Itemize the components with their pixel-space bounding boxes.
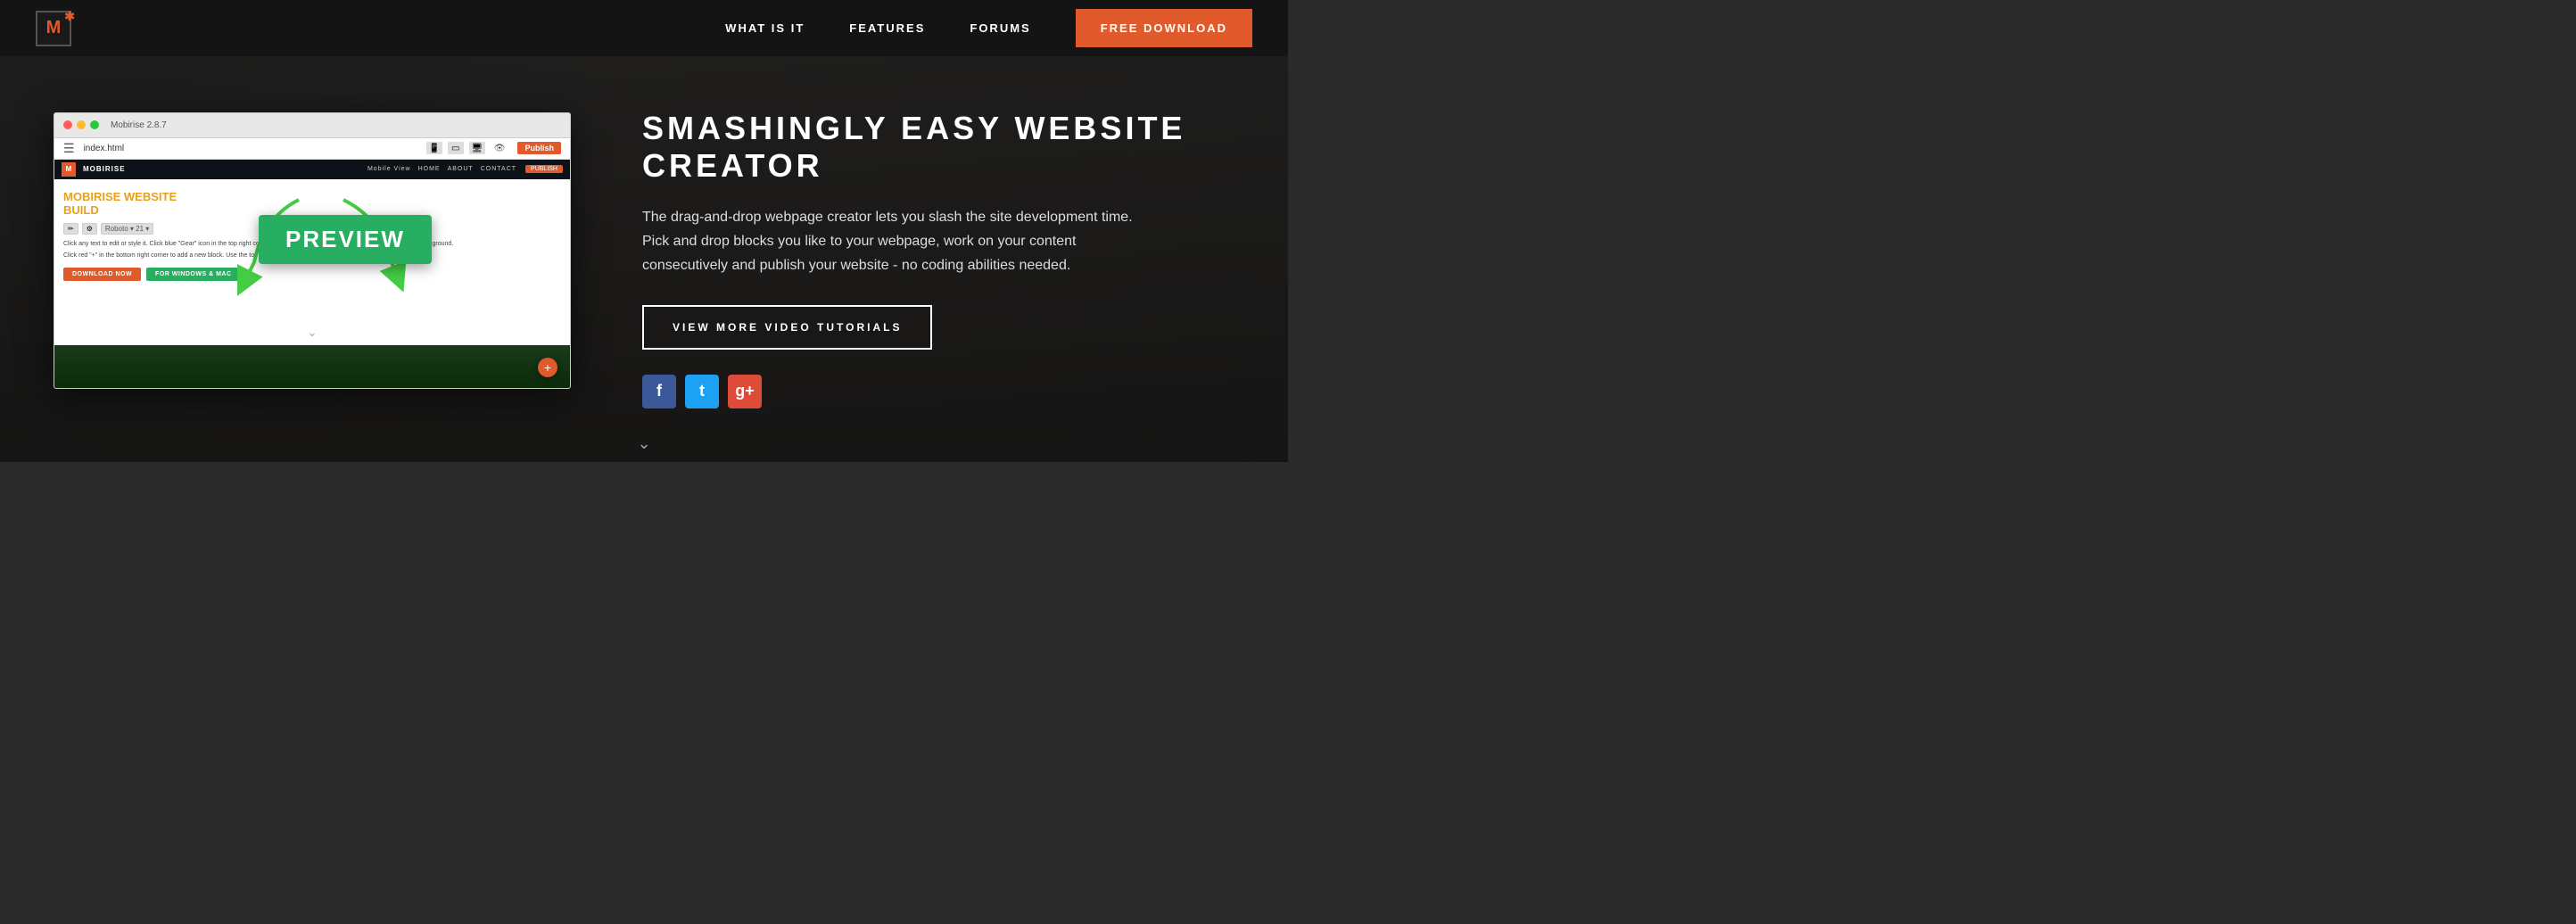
inner-site-preview: M MOBIRISE Mobile View HOME ABOUT CONTAC…	[54, 160, 570, 389]
inner-nav: M MOBIRISE Mobile View HOME ABOUT CONTAC…	[54, 160, 570, 179]
social-icons: f t g+	[642, 375, 1234, 408]
inner-nav-links: Mobile View HOME ABOUT CONTACT	[367, 166, 516, 172]
inner-heading-line1: MOBIRISE WEBSITE	[63, 190, 561, 204]
gear-icon: ✱	[64, 9, 75, 24]
inner-buttons-row: DOWNLOAD NOW FOR WINDOWS & MAC	[63, 268, 561, 281]
app-screenshot: Mobirise 2.8.7 ☰ index.html 📱 ▭ 🖥 👁 Publ…	[54, 112, 571, 407]
inner-toolbar-btn1: ✏	[63, 223, 78, 235]
inner-nav-label: Mobile View	[367, 166, 411, 172]
inner-bottom-strip	[54, 345, 570, 389]
inner-publish-btn: PUBLISH	[525, 165, 563, 173]
close-dot	[63, 120, 72, 129]
app-chevron-icon: ⌄	[307, 325, 318, 340]
window-controls	[63, 120, 99, 129]
main-heading-line2: CREATOR	[642, 147, 1234, 184]
inner-nav-about: ABOUT	[448, 166, 474, 172]
title-bar: Mobirise 2.8.7	[54, 113, 570, 138]
inner-brand: MOBIRISE	[83, 165, 126, 173]
preview-button[interactable]: PREVIEW	[259, 215, 432, 264]
logo[interactable]: M ✱	[36, 11, 71, 46]
hamburger-icon: ☰	[63, 141, 75, 156]
video-tutorials-button[interactable]: VIEW MORE VIDEO TUTORIALS	[642, 305, 932, 350]
twitter-icon[interactable]: t	[685, 375, 719, 408]
address-bar: ☰ index.html 📱 ▭ 🖥 👁 Publish	[54, 138, 570, 160]
nav-forums[interactable]: FORUMS	[970, 21, 1030, 35]
desktop-icon: 🖥	[469, 142, 485, 154]
publish-button[interactable]: Publish	[517, 142, 561, 154]
eye-icon: 👁	[494, 144, 506, 153]
main-heading: SMASHINGLY EASY WEBSITE CREATOR	[642, 110, 1234, 184]
free-download-button[interactable]: FREE DOWNLOAD	[1076, 9, 1252, 47]
address-input: index.html	[84, 144, 417, 153]
scroll-down-indicator: ⌄	[637, 434, 650, 453]
inner-font-select: Roboto ▾ 21 ▾	[101, 223, 153, 235]
inner-nav-home: HOME	[418, 166, 441, 172]
inner-windows-btn: FOR WINDOWS & MAC	[146, 268, 241, 281]
minimize-dot	[77, 120, 86, 129]
text-content: SMASHINGLY EASY WEBSITE CREATOR The drag…	[607, 110, 1234, 408]
nav-features[interactable]: FEATURES	[849, 21, 925, 35]
inner-toolbar-btn2: ⚙	[82, 223, 97, 235]
toolbar-icons: 📱 ▭ 🖥 👁	[426, 142, 509, 154]
inner-logo: M	[62, 162, 76, 177]
inner-heading: MOBIRISE WEBSITE BUILD	[63, 190, 561, 218]
nav-what-is-it[interactable]: WHAT IS IT	[725, 21, 805, 35]
logo-box: M ✱	[36, 11, 71, 46]
main-description: The drag-and-drop webpage creator lets y…	[642, 205, 1160, 278]
tablet-icon: ▭	[448, 142, 464, 154]
add-block-button[interactable]: +	[538, 358, 557, 377]
inner-nav-contact: CONTACT	[481, 166, 516, 172]
maximize-dot	[90, 120, 99, 129]
google-plus-icon[interactable]: g+	[728, 375, 762, 408]
nav-links: WHAT IS IT FEATURES FORUMS FREE DOWNLOAD	[725, 9, 1252, 47]
window-title: Mobirise 2.8.7	[106, 120, 561, 130]
logo-letter: M	[46, 18, 62, 38]
main-content: Mobirise 2.8.7 ☰ index.html 📱 ▭ 🖥 👁 Publ…	[0, 56, 1288, 462]
inner-download-btn: DOWNLOAD NOW	[63, 268, 141, 281]
main-heading-line1: SMASHINGLY EASY WEBSITE	[642, 110, 1234, 146]
mobile-icon: 📱	[426, 142, 442, 154]
navbar: M ✱ WHAT IS IT FEATURES FORUMS FREE DOWN…	[0, 0, 1288, 56]
facebook-icon[interactable]: f	[642, 375, 676, 408]
